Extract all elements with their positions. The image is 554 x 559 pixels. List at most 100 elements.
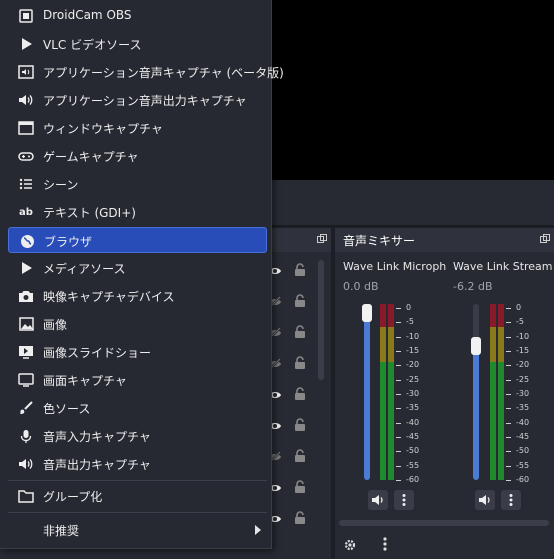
- play-icon: [18, 36, 34, 52]
- sources-scrollbar[interactable]: [318, 260, 324, 380]
- folder-icon: [18, 488, 34, 504]
- meter-tick: [506, 422, 511, 424]
- meter-tick: [396, 365, 401, 367]
- gear-icon[interactable]: [343, 538, 357, 552]
- meter-tick: [396, 379, 401, 381]
- lock-icon[interactable]: [294, 262, 306, 276]
- volume-slider-handle[interactable]: [362, 304, 372, 322]
- mixer-scrollbar[interactable]: [339, 520, 549, 526]
- channel-volume-db: -6.2 dB: [453, 280, 493, 293]
- menu-item[interactable]: ウィンドウキャプチャ: [8, 115, 267, 141]
- meter-tick: [506, 351, 511, 352]
- meter-tick-label: 0: [516, 303, 522, 312]
- meter-tick: [506, 365, 511, 367]
- more-vertical-icon[interactable]: [380, 536, 390, 552]
- meter-tick-label: -55: [406, 460, 420, 470]
- mute-button[interactable]: [368, 490, 388, 510]
- menu-item[interactable]: 色ソース: [8, 395, 267, 421]
- menu-item-deprecated[interactable]: 非推奨: [8, 517, 267, 543]
- submenu-arrow-icon: [255, 525, 261, 535]
- menu-item-label: ゲームキャプチャ: [43, 150, 139, 164]
- more-vertical-icon: [509, 494, 513, 506]
- speaker-icon: [372, 495, 383, 505]
- menu-item[interactable]: VLC ビデオソース: [8, 31, 267, 57]
- menu-item-label: VLC ビデオソース: [43, 38, 142, 52]
- channel-menu-button[interactable]: [501, 490, 521, 510]
- channel-volume-db: 0.0 dB: [343, 280, 379, 293]
- lock-icon[interactable]: [294, 479, 306, 493]
- menu-item[interactable]: ab テキスト (GDI+): [8, 199, 267, 225]
- speaker-icon: [18, 92, 34, 108]
- menu-item[interactable]: 音声入力キャプチャ: [8, 423, 267, 449]
- menu-item[interactable]: ゲームキャプチャ: [8, 143, 267, 169]
- meter-tick: [506, 322, 511, 324]
- meter-tick: [506, 437, 511, 438]
- meter-tick-label: -15: [516, 346, 530, 355]
- volume-slider-fill: [364, 313, 370, 480]
- lock-icon[interactable]: [294, 417, 306, 431]
- audio-meter-left: [380, 304, 386, 480]
- menu-item-label: DroidCam OBS: [43, 8, 132, 22]
- menu-item[interactable]: 画像スライドショー: [8, 339, 267, 365]
- audio-mixer-header: 音声ミキサー: [335, 228, 554, 252]
- menu-item[interactable]: 画面キャプチャ: [8, 367, 267, 393]
- menu-item-group[interactable]: グループ化: [8, 483, 267, 509]
- lock-icon[interactable]: [294, 355, 306, 369]
- menu-item[interactable]: 音声出力キャプチャ: [8, 451, 267, 477]
- menu-item-label: ウィンドウキャプチャ: [43, 122, 163, 136]
- meter-tick: [396, 322, 401, 324]
- channel-menu-button[interactable]: [394, 490, 414, 510]
- meter-tick-label: -40: [406, 417, 420, 427]
- audio-meter-right: [498, 304, 504, 480]
- meter-tick-label: -10: [516, 331, 530, 341]
- meter-tick-label: -30: [516, 389, 530, 398]
- lock-icon[interactable]: [294, 510, 306, 524]
- menu-item[interactable]: アプリケーション音声出力キャプチャ: [8, 87, 267, 113]
- menu-item-label: テキスト (GDI+): [43, 206, 136, 220]
- lock-icon[interactable]: [294, 448, 306, 462]
- menu-item[interactable]: アプリケーション音声キャプチャ (ベータ版): [8, 59, 284, 85]
- audio-meter-left: [490, 304, 496, 480]
- meter-scale: 0 -5 -10 -15 -20 -25 -30 -35 -40 -45 -50 -55 -60: [506, 303, 536, 484]
- speaker-icon: [479, 495, 490, 505]
- menu-item-label: 画面キャプチャ: [43, 374, 127, 388]
- mute-button[interactable]: [475, 490, 495, 510]
- window-icon: [18, 120, 34, 136]
- audio-meter-right: [388, 304, 394, 480]
- more-vertical-icon: [402, 494, 406, 506]
- undock-icon[interactable]: [317, 234, 327, 244]
- menu-item[interactable]: シーン: [8, 171, 267, 197]
- lock-icon[interactable]: [294, 324, 306, 338]
- volume-slider-handle[interactable]: [471, 337, 481, 356]
- menu-item[interactable]: 映像キャプチャデバイス: [8, 283, 267, 309]
- meter-tick-label: -35: [516, 403, 530, 413]
- meter-tick-label: -55: [516, 460, 530, 470]
- play-icon: [18, 260, 34, 276]
- meter-tick: [506, 408, 511, 410]
- undock-icon[interactable]: [540, 234, 550, 244]
- meter-tick-label: 0: [406, 303, 412, 312]
- app-audio-capture-icon: [18, 64, 34, 80]
- meter-tick: [506, 465, 511, 467]
- meter-tick-label: -10: [406, 331, 420, 341]
- meter-tick: [396, 308, 401, 309]
- menu-item-label: 音声出力キャプチャ: [43, 458, 151, 472]
- meter-tick-label: -30: [406, 389, 420, 398]
- menu-item[interactable]: ブラウザ: [8, 227, 267, 253]
- menu-item-label: 画像: [43, 318, 68, 332]
- lock-icon[interactable]: [294, 293, 306, 307]
- menu-item-label: 映像キャプチャデバイス: [43, 290, 175, 304]
- meter-tick: [506, 480, 511, 481]
- meter-tick-label: -50: [406, 446, 420, 456]
- meter-tick-label: -35: [406, 403, 420, 413]
- lock-icon[interactable]: [294, 386, 306, 400]
- meter-tick-label: -25: [516, 374, 530, 384]
- menu-separator: [8, 512, 267, 513]
- meter-tick-label: -40: [516, 417, 530, 427]
- menu-item[interactable]: 画像: [8, 311, 267, 337]
- menu-item[interactable]: メディアソース: [8, 255, 267, 281]
- meter-tick: [506, 394, 511, 395]
- meter-tick: [396, 351, 401, 352]
- audio-mixer-panel: 音声ミキサー Wave Link Microph 0.0 dB 0 -5 -10 -1…: [335, 228, 554, 559]
- menu-item[interactable]: DroidCam OBS: [8, 3, 267, 29]
